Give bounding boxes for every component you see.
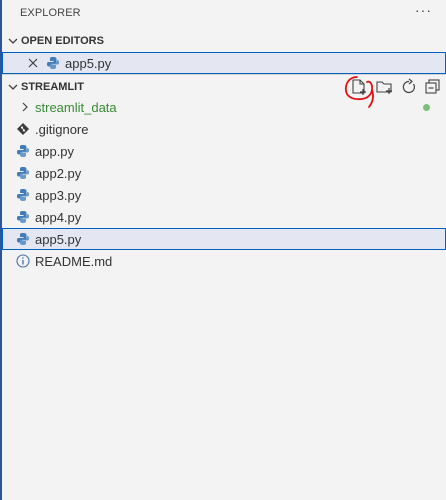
- tree-item-app2[interactable]: app2.py: [2, 162, 446, 184]
- open-editors-header[interactable]: OPEN EDITORS: [2, 30, 446, 52]
- more-actions-button[interactable]: ···: [415, 2, 432, 18]
- python-file-icon: [17, 233, 29, 245]
- tree-item-label: app4.py: [35, 210, 82, 225]
- python-file-icon: [17, 189, 29, 201]
- open-editor-label: app5.py: [65, 56, 112, 71]
- chevron-right-icon: [22, 102, 28, 112]
- open-editors-label: OPEN EDITORS: [21, 35, 104, 47]
- tree-item-app5[interactable]: app5.py: [2, 228, 446, 250]
- tree-item-readme[interactable]: README.md: [2, 250, 446, 272]
- explorer-title-bar: EXPLORER ···: [0, 0, 446, 28]
- tree-item-app4[interactable]: app4.py: [2, 206, 446, 228]
- python-file-icon: [17, 167, 29, 179]
- tree-item-app[interactable]: app.py: [2, 140, 446, 162]
- info-icon: [16, 254, 30, 268]
- tree-item-label: README.md: [35, 254, 113, 269]
- section-divider: [2, 74, 446, 75]
- workspace-label: STREAMLIT: [21, 81, 84, 93]
- collapse-all-icon[interactable]: [424, 78, 442, 96]
- chevron-down-icon: [8, 84, 18, 90]
- new-folder-icon[interactable]: [376, 78, 394, 96]
- tree-item-label: app2.py: [35, 166, 82, 181]
- open-editor-item[interactable]: app5.py: [2, 52, 446, 74]
- tree-item-label: app3.py: [35, 188, 82, 203]
- tree-item-label: app5.py: [35, 232, 82, 247]
- python-file-icon: [47, 57, 59, 69]
- python-file-icon: [17, 145, 29, 157]
- modified-indicator: [423, 104, 430, 111]
- refresh-icon[interactable]: [400, 78, 418, 96]
- tree-item-label: app.py: [35, 144, 75, 159]
- tree-item-streamlit-data[interactable]: streamlit_data: [2, 96, 446, 118]
- explorer-title: EXPLORER: [20, 7, 81, 19]
- tree-item-gitignore[interactable]: .gitignore: [2, 118, 446, 140]
- tree-item-label: streamlit_data: [35, 100, 117, 115]
- tree-item-label: .gitignore: [35, 122, 89, 137]
- chevron-down-icon: [8, 38, 18, 44]
- close-icon[interactable]: [26, 56, 40, 70]
- tree-item-app3[interactable]: app3.py: [2, 184, 446, 206]
- python-file-icon: [17, 211, 29, 223]
- git-icon: [17, 123, 29, 135]
